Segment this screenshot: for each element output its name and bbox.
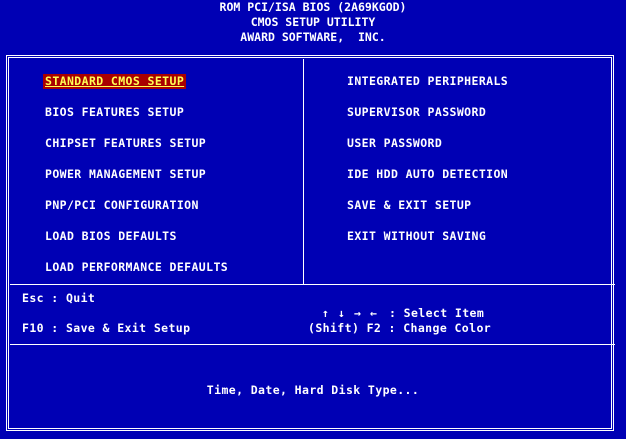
menu-item-bios-features-setup[interactable]: BIOS FEATURES SETUP xyxy=(43,105,186,120)
key-hint-select-item: ↑ ↓ → ← : Select Item xyxy=(303,291,484,320)
arrow-down-icon: ↓ xyxy=(337,306,346,320)
select-item-label: : Select Item xyxy=(388,306,485,320)
key-hint-f10-save-exit: F10 : Save & Exit Setup xyxy=(22,321,191,335)
utility-title: CMOS SETUP UTILITY xyxy=(250,15,376,29)
menu-item-ide-hdd-auto-detection[interactable]: IDE HDD AUTO DETECTION xyxy=(345,167,510,182)
menu-item-supervisor-password[interactable]: SUPERVISOR PASSWORD xyxy=(345,105,488,120)
arrow-right-icon: → xyxy=(353,306,362,320)
menu-item-exit-without-saving[interactable]: EXIT WITHOUT SAVING xyxy=(345,229,488,244)
menu-column-divider xyxy=(303,59,304,284)
menu-item-integrated-peripherals[interactable]: INTEGRATED PERIPHERALS xyxy=(345,74,510,89)
key-hint-change-color: (Shift) F2 : Change Color xyxy=(308,321,492,335)
bios-title: ROM PCI/ISA BIOS (2A69KGOD) xyxy=(219,0,407,14)
menu-item-pnp-pci-configuration[interactable]: PNP/PCI CONFIGURATION xyxy=(43,198,201,213)
menu-item-standard-cmos-setup[interactable]: STANDARD CMOS SETUP xyxy=(43,74,187,89)
arrow-left-icon: ← xyxy=(369,306,378,320)
menu-item-save-exit-setup[interactable]: SAVE & EXIT SETUP xyxy=(345,198,474,213)
status-help-text: Time, Date, Hard Disk Type... xyxy=(206,383,420,397)
menu-item-load-bios-defaults[interactable]: LOAD BIOS DEFAULTS xyxy=(43,229,179,244)
arrow-up-icon: ↑ xyxy=(321,306,330,320)
key-hint-esc-quit: Esc : Quit xyxy=(22,291,96,305)
vendor-title: AWARD SOFTWARE, INC. xyxy=(240,30,386,44)
menu-item-user-password[interactable]: USER PASSWORD xyxy=(345,136,444,151)
menu-keys-divider xyxy=(10,284,615,285)
menu-item-load-performance-defaults[interactable]: LOAD PERFORMANCE DEFAULTS xyxy=(43,260,230,275)
keys-status-divider xyxy=(10,344,615,345)
menu-item-chipset-features-setup[interactable]: CHIPSET FEATURES SETUP xyxy=(43,136,208,151)
menu-item-power-management-setup[interactable]: POWER MANAGEMENT SETUP xyxy=(43,167,208,182)
